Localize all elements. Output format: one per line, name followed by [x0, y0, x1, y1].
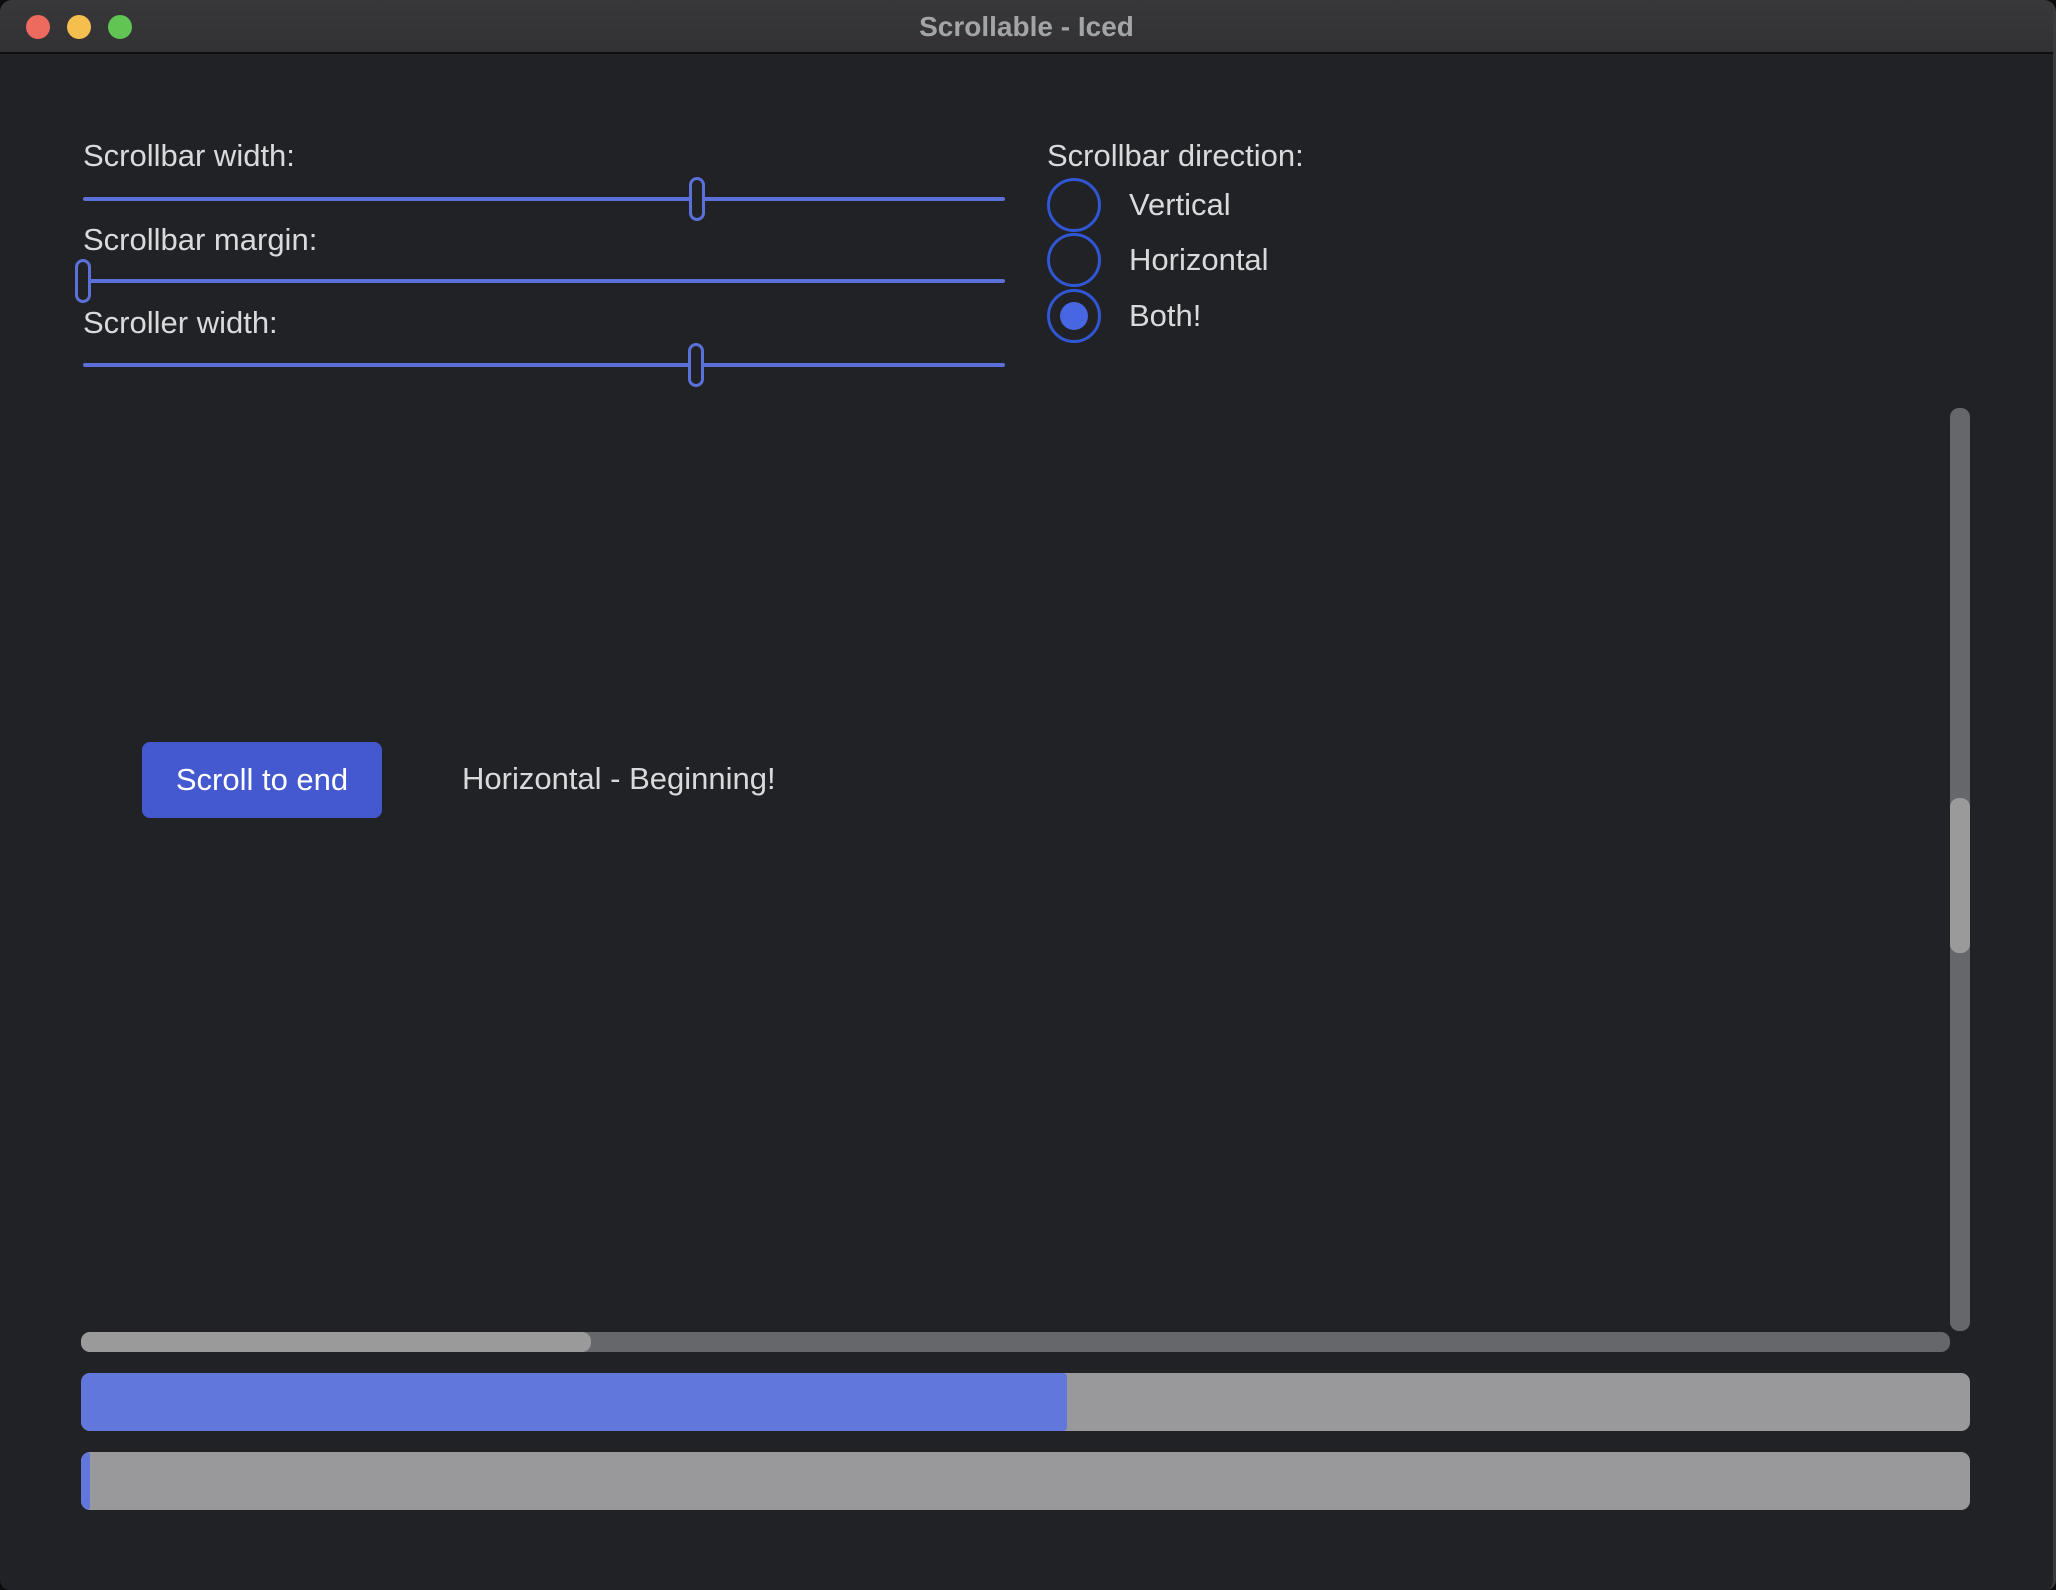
slider-track[interactable]: [83, 197, 1005, 201]
vertical-scrollbar-thumb[interactable]: [1950, 798, 1970, 953]
vertical-progress-bar: [81, 1452, 1970, 1510]
horizontal-scrollbar-track[interactable]: [81, 1332, 1950, 1352]
horizontal-scrollbar-thumb[interactable]: [81, 1332, 591, 1352]
scroller-width-label: Scroller width:: [83, 303, 278, 343]
scrollbar-width-slider[interactable]: [83, 177, 1005, 221]
slider-handle[interactable]: [689, 177, 705, 221]
progress-fill: [81, 1452, 90, 1510]
radio-vertical[interactable]: Vertical: [1047, 177, 1231, 233]
radio-both-label: Both!: [1129, 298, 1201, 334]
traffic-lights: [26, 15, 132, 39]
radio-horizontal[interactable]: Horizontal: [1047, 232, 1269, 288]
close-button[interactable]: [26, 15, 50, 39]
scroll-status-text: Horizontal - Beginning!: [462, 759, 776, 799]
window-title: Scrollable - Iced: [0, 0, 2053, 54]
slider-handle[interactable]: [688, 343, 704, 387]
vertical-scrollbar-track[interactable]: [1950, 408, 1970, 1331]
scrollbar-width-label: Scrollbar width:: [83, 136, 295, 176]
horizontal-progress-bar: [81, 1373, 1970, 1431]
minimize-button[interactable]: [67, 15, 91, 39]
radio-both[interactable]: Both!: [1047, 288, 1201, 344]
zoom-button[interactable]: [108, 15, 132, 39]
scroll-to-end-button[interactable]: Scroll to end: [142, 742, 382, 818]
scrollbar-margin-slider[interactable]: [83, 259, 1005, 303]
radio-circle-icon[interactable]: [1047, 289, 1101, 343]
slider-handle[interactable]: [75, 259, 91, 303]
scrollbar-direction-label: Scrollbar direction:: [1047, 136, 1304, 176]
radio-vertical-label: Vertical: [1129, 187, 1231, 223]
radio-circle-icon[interactable]: [1047, 178, 1101, 232]
app-window: Scrollable - Iced Scrollbar width: Scrol…: [0, 0, 2056, 1590]
radio-horizontal-label: Horizontal: [1129, 242, 1269, 278]
radio-circle-icon[interactable]: [1047, 233, 1101, 287]
titlebar[interactable]: Scrollable - Iced: [0, 0, 2053, 54]
progress-fill: [81, 1373, 1067, 1431]
slider-track[interactable]: [83, 363, 1005, 367]
scrollbar-margin-label: Scrollbar margin:: [83, 220, 317, 260]
slider-track[interactable]: [83, 279, 1005, 283]
scroller-width-slider[interactable]: [83, 343, 1005, 387]
radio-selected-dot: [1060, 302, 1088, 330]
